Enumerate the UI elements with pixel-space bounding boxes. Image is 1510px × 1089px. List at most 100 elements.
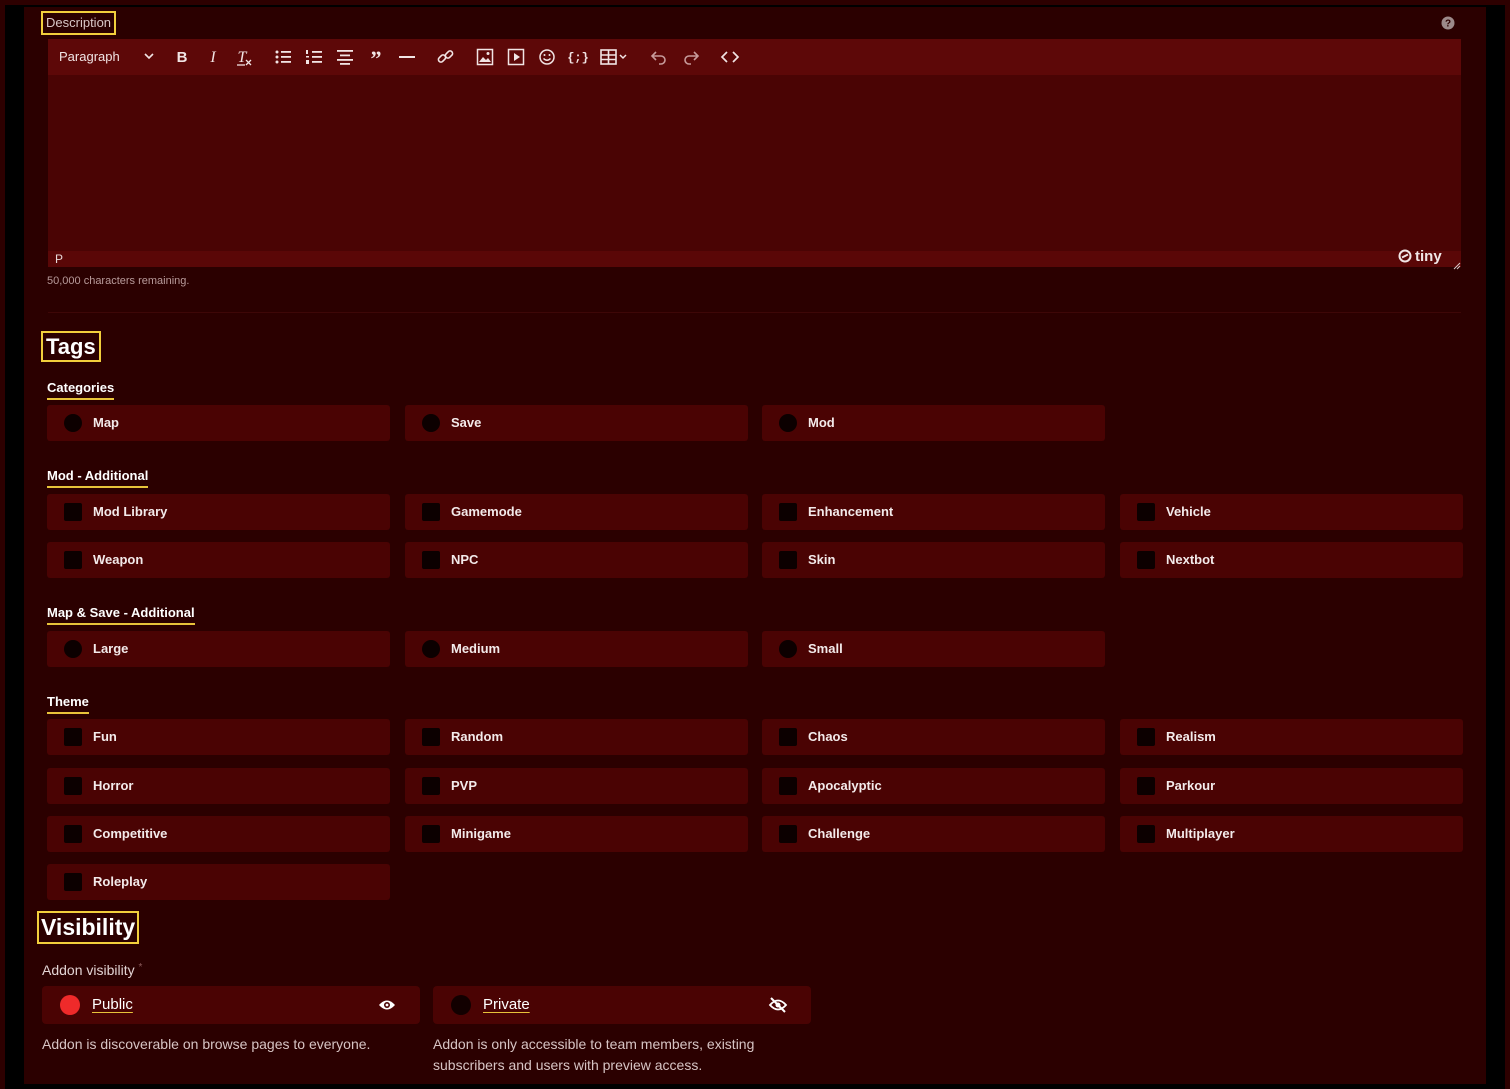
numbered-list-icon[interactable] (304, 47, 324, 67)
checkbox[interactable] (422, 777, 440, 795)
block-format-select[interactable]: Paragraph (59, 49, 155, 65)
radio-button[interactable] (451, 995, 471, 1015)
checkbox[interactable] (1137, 777, 1155, 795)
tag-option-mod[interactable]: Mod (762, 405, 1105, 441)
tag-option-fun[interactable]: Fun (47, 719, 390, 755)
tag-option-challenge[interactable]: Challenge (762, 816, 1105, 852)
tag-label: Challenge (808, 826, 871, 841)
checkbox[interactable] (64, 825, 82, 843)
visibility-option-label: Public (92, 996, 133, 1013)
bullet-list-icon[interactable] (273, 47, 293, 67)
link-icon[interactable] (436, 47, 456, 67)
redo-icon[interactable] (681, 47, 701, 67)
checkbox[interactable] (779, 825, 797, 843)
tag-option-small[interactable]: Small (762, 631, 1105, 667)
tag-option-pvp[interactable]: PVP (405, 768, 748, 804)
tags-heading: Tags (41, 331, 101, 362)
code-sample-icon[interactable]: {;} (568, 47, 588, 67)
checkbox[interactable] (779, 728, 797, 746)
media-icon[interactable] (506, 47, 526, 67)
tiny-logo[interactable]: tiny (1398, 248, 1442, 265)
checkbox[interactable] (1137, 551, 1155, 569)
tag-label: Nextbot (1166, 552, 1215, 567)
visibility-description-private: Addon is only accessible to team members… (433, 1036, 755, 1073)
tag-option-parkour[interactable]: Parkour (1120, 768, 1463, 804)
tag-option-map[interactable]: Map (47, 405, 390, 441)
undo-icon[interactable] (649, 47, 669, 67)
visibility-heading: Visibility (36, 911, 140, 944)
italic-icon[interactable]: I (203, 47, 223, 67)
blockquote-icon[interactable]: ” (366, 47, 386, 67)
tag-option-multiplayer[interactable]: Multiplayer (1120, 816, 1463, 852)
svg-text:B: B (177, 49, 188, 66)
horizontal-rule-icon[interactable] (397, 47, 417, 67)
tag-option-nextbot[interactable]: Nextbot (1120, 542, 1463, 578)
bold-icon[interactable]: B (172, 47, 192, 67)
checkbox[interactable] (422, 728, 440, 746)
checkbox[interactable] (64, 873, 82, 891)
tag-option-vehicle[interactable]: Vehicle (1120, 494, 1463, 530)
tag-option-weapon[interactable]: Weapon (47, 542, 390, 578)
tag-option-skin[interactable]: Skin (762, 542, 1105, 578)
tag-label: Realism (1166, 729, 1216, 744)
tag-option-chaos[interactable]: Chaos (762, 719, 1105, 755)
tag-option-mod-library[interactable]: Mod Library (47, 494, 390, 530)
addon-visibility-label-text: Addon visibility (42, 962, 135, 978)
tag-option-medium[interactable]: Medium (405, 631, 748, 667)
radio-button[interactable] (64, 414, 82, 432)
checkbox[interactable] (779, 551, 797, 569)
tag-option-roleplay[interactable]: Roleplay (47, 864, 390, 900)
radio-button[interactable] (779, 414, 797, 432)
checkbox[interactable] (1137, 825, 1155, 843)
checkbox[interactable] (779, 777, 797, 795)
checkbox[interactable] (1137, 728, 1155, 746)
element-path[interactable]: P (55, 251, 63, 267)
tag-label: Save (451, 415, 482, 430)
checkbox[interactable] (422, 503, 440, 521)
checkbox[interactable] (64, 728, 82, 746)
checkbox[interactable] (1137, 503, 1155, 521)
align-center-icon[interactable] (335, 47, 355, 67)
checkbox[interactable] (64, 777, 82, 795)
tag-option-random[interactable]: Random (405, 719, 748, 755)
tag-option-minigame[interactable]: Minigame (405, 816, 748, 852)
tag-label: Gamemode (451, 504, 522, 519)
tag-label: PVP (451, 778, 478, 793)
visibility-description-public: Addon is discoverable on browse pages to… (42, 1036, 371, 1052)
checkbox[interactable] (422, 825, 440, 843)
tag-option-gamemode[interactable]: Gamemode (405, 494, 748, 530)
section-divider (48, 312, 1461, 313)
tag-option-realism[interactable]: Realism (1120, 719, 1463, 755)
checkbox[interactable] (422, 551, 440, 569)
radio-button[interactable] (779, 640, 797, 658)
tag-option-enhancement[interactable]: Enhancement (762, 494, 1105, 530)
tag-option-horror[interactable]: Horror (47, 768, 390, 804)
checkbox[interactable] (64, 503, 82, 521)
radio-button-selected[interactable] (60, 995, 80, 1015)
tag-option-large[interactable]: Large (47, 631, 390, 667)
visibility-option-private[interactable]: Private (433, 986, 811, 1024)
radio-button[interactable] (422, 414, 440, 432)
table-icon[interactable] (599, 47, 631, 67)
clear-formatting-icon[interactable]: T (234, 47, 254, 67)
source-code-icon[interactable] (720, 47, 740, 67)
radio-button[interactable] (64, 640, 82, 658)
tag-label: Vehicle (1166, 504, 1211, 519)
tag-option-apocalyptic[interactable]: Apocalyptic (762, 768, 1105, 804)
resize-handle-icon[interactable] (1453, 257, 1461, 275)
tag-option-save[interactable]: Save (405, 405, 748, 441)
radio-button[interactable] (422, 640, 440, 658)
tag-label: Chaos (808, 729, 848, 744)
tag-option-npc[interactable]: NPC (405, 542, 748, 578)
group-label-mod-additional: Mod - Additional (47, 468, 149, 488)
eye-icon (378, 997, 396, 1018)
image-icon[interactable] (475, 47, 495, 67)
emoji-icon[interactable] (537, 47, 557, 67)
editor-content-area[interactable] (48, 75, 1461, 251)
help-icon[interactable]: ? (1440, 15, 1456, 31)
tag-option-competitive[interactable]: Competitive (47, 816, 390, 852)
checkbox[interactable] (64, 551, 82, 569)
checkbox[interactable] (779, 503, 797, 521)
required-mark: * (138, 962, 143, 973)
visibility-option-public[interactable]: Public (42, 986, 420, 1024)
